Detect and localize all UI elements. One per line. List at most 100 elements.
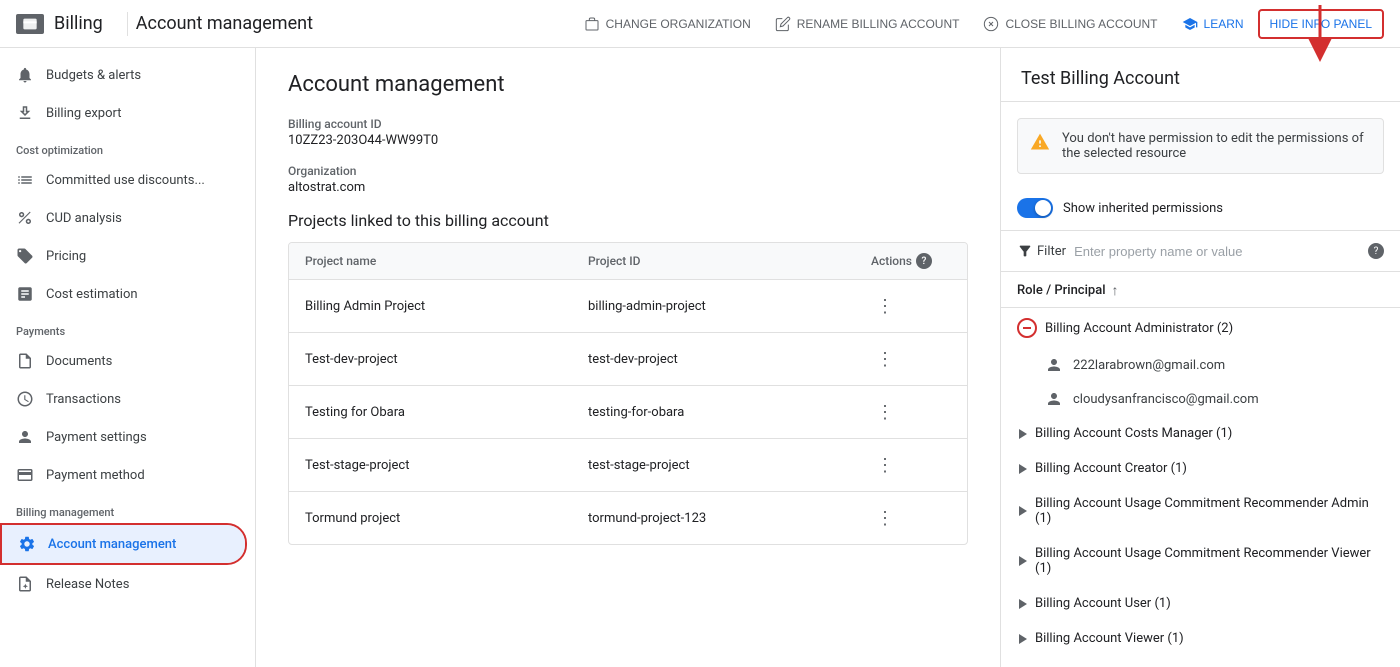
person-icon xyxy=(16,428,34,446)
expand-icon xyxy=(1019,634,1027,644)
expand-icon xyxy=(1019,556,1027,566)
sidebar-item-transactions[interactable]: Transactions xyxy=(0,380,247,418)
organization-value: altostrat.com xyxy=(288,180,968,195)
filter-row: Filter ? xyxy=(1001,231,1400,272)
calculator-icon xyxy=(16,285,34,303)
role-name: Billing Account Viewer (1) xyxy=(1035,631,1184,646)
main-content: Account management Billing account ID 10… xyxy=(256,48,1000,667)
sidebar-item-payment-method[interactable]: Payment method xyxy=(0,456,247,494)
sidebar-item-billing-export[interactable]: Billing export xyxy=(0,94,247,132)
change-organization-button[interactable]: CHANGE ORGANIZATION xyxy=(574,10,761,38)
show-inherited-label: Show inherited permissions xyxy=(1063,201,1223,216)
table-row: Test-dev-project test-dev-project ⋮ xyxy=(289,333,967,386)
project-name-cell: Testing for Obara xyxy=(305,405,588,420)
filter-input[interactable] xyxy=(1074,244,1360,259)
sidebar-item-committed-label: Committed use discounts... xyxy=(46,173,205,188)
filter-help-icon[interactable]: ? xyxy=(1368,243,1384,259)
tag-icon xyxy=(16,247,34,265)
sidebar-item-cud[interactable]: CUD analysis xyxy=(0,199,247,237)
role-name: Billing Account Administrator (2) xyxy=(1045,321,1233,336)
learn-button[interactable]: LEARN xyxy=(1172,10,1254,38)
close-billing-account-button[interactable]: CLOSE BILLING ACCOUNT xyxy=(973,10,1167,38)
kebab-menu-button[interactable]: ⋮ xyxy=(871,504,899,532)
sidebar-item-pricing-label: Pricing xyxy=(46,249,86,264)
person-member-icon xyxy=(1045,390,1063,408)
member-email: 222larabrown@gmail.com xyxy=(1073,358,1225,373)
role-group: Billing Account User (1) xyxy=(1001,586,1400,621)
kebab-menu-button[interactable]: ⋮ xyxy=(871,451,899,479)
x-circle-icon xyxy=(983,16,999,32)
kebab-menu-button[interactable]: ⋮ xyxy=(871,345,899,373)
role-member: cloudysanfrancisco@gmail.com xyxy=(1001,382,1400,416)
sidebar-item-documents[interactable]: Documents xyxy=(0,342,247,380)
role-name: Billing Account Usage Commitment Recomme… xyxy=(1035,496,1384,526)
topbar-billing-title: Billing xyxy=(54,13,103,34)
toggle-knob xyxy=(1035,200,1051,216)
hide-info-panel-wrapper: HIDE INFO PANEL xyxy=(1258,9,1384,39)
graduation-icon xyxy=(1182,16,1198,32)
hide-info-panel-button[interactable]: HIDE INFO PANEL xyxy=(1260,11,1382,37)
info-panel: Test Billing Account You don't have perm… xyxy=(1000,48,1400,667)
role-group-header-0[interactable]: Billing Account Administrator (2) xyxy=(1001,308,1400,348)
project-name-cell: Tormund project xyxy=(305,511,588,526)
expand-icon xyxy=(1019,464,1027,474)
person-member-icon xyxy=(1045,356,1063,374)
building-icon xyxy=(584,16,600,32)
project-rows-container: Billing Admin Project billing-admin-proj… xyxy=(289,280,967,544)
project-id-cell: billing-admin-project xyxy=(588,299,871,314)
rename-label: RENAME BILLING ACCOUNT xyxy=(797,17,960,31)
role-name: Billing Account Creator (1) xyxy=(1035,461,1187,476)
project-actions-cell: ⋮ xyxy=(871,292,951,320)
role-group-header-5[interactable]: Billing Account User (1) xyxy=(1001,586,1400,621)
sidebar-item-committed[interactable]: Committed use discounts... xyxy=(0,161,247,199)
filter-icon xyxy=(1017,243,1033,259)
sidebar: Budgets & alerts Billing export Cost opt… xyxy=(0,48,256,667)
sidebar-item-account-management[interactable]: Account management xyxy=(2,525,245,563)
role-name: Billing Account Usage Commitment Recomme… xyxy=(1035,546,1384,576)
table-row: Billing Admin Project billing-admin-proj… xyxy=(289,280,967,333)
table-header: Project name Project ID Actions ? xyxy=(289,243,967,280)
doc-icon xyxy=(16,352,34,370)
permission-warning: You don't have permission to edit the pe… xyxy=(1017,118,1384,174)
sidebar-item-release-notes[interactable]: Release Notes xyxy=(0,565,247,603)
sidebar-item-cost-estimation[interactable]: Cost estimation xyxy=(0,275,247,313)
roles-list: Billing Account Administrator (2) 222lar… xyxy=(1001,308,1400,656)
role-group: Billing Account Usage Commitment Recomme… xyxy=(1001,486,1400,536)
member-email: cloudysanfrancisco@gmail.com xyxy=(1073,392,1259,407)
main-title: Account management xyxy=(288,72,968,97)
role-group-header-2[interactable]: Billing Account Creator (1) xyxy=(1001,451,1400,486)
expand-icon xyxy=(1019,599,1027,609)
show-inherited-toggle[interactable] xyxy=(1017,198,1053,218)
sidebar-item-account-management-label: Account management xyxy=(48,537,176,552)
warning-icon xyxy=(1030,132,1050,152)
list-icon xyxy=(16,171,34,189)
cost-optimization-label: Cost optimization xyxy=(0,132,255,161)
role-name: Billing Account Costs Manager (1) xyxy=(1035,426,1232,441)
kebab-menu-button[interactable]: ⋮ xyxy=(871,292,899,320)
role-group-header-1[interactable]: Billing Account Costs Manager (1) xyxy=(1001,416,1400,451)
permission-warning-text: You don't have permission to edit the pe… xyxy=(1062,131,1371,161)
project-id-cell: test-dev-project xyxy=(588,352,871,367)
role-group-header-4[interactable]: Billing Account Usage Commitment Recomme… xyxy=(1001,536,1400,586)
project-id-cell: tormund-project-123 xyxy=(588,511,871,526)
role-group: Billing Account Usage Commitment Recomme… xyxy=(1001,536,1400,586)
payments-label: Payments xyxy=(0,313,255,342)
role-group-header-6[interactable]: Billing Account Viewer (1) xyxy=(1001,621,1400,656)
sidebar-item-release-notes-label: Release Notes xyxy=(46,577,129,592)
role-group: Billing Account Creator (1) xyxy=(1001,451,1400,486)
table-row: Tormund project tormund-project-123 ⋮ xyxy=(289,492,967,544)
sort-icon[interactable]: ↑ xyxy=(1112,282,1119,299)
role-group-header-3[interactable]: Billing Account Usage Commitment Recomme… xyxy=(1001,486,1400,536)
account-management-border: Account management xyxy=(0,523,247,565)
clock-icon xyxy=(16,390,34,408)
actions-help-icon[interactable]: ? xyxy=(916,253,932,269)
billing-account-id-value: 10ZZ23-203O44-WW99T0 xyxy=(288,133,968,148)
projects-table: Project name Project ID Actions ? Billin… xyxy=(288,242,968,545)
sidebar-item-budgets[interactable]: Budgets & alerts xyxy=(0,56,247,94)
rename-billing-account-button[interactable]: RENAME BILLING ACCOUNT xyxy=(765,10,970,38)
project-id-cell: testing-for-obara xyxy=(588,405,871,420)
sidebar-item-pricing[interactable]: Pricing xyxy=(0,237,247,275)
kebab-menu-button[interactable]: ⋮ xyxy=(871,398,899,426)
hide-panel-label: HIDE INFO PANEL xyxy=(1270,17,1372,31)
sidebar-item-payment-settings[interactable]: Payment settings xyxy=(0,418,247,456)
